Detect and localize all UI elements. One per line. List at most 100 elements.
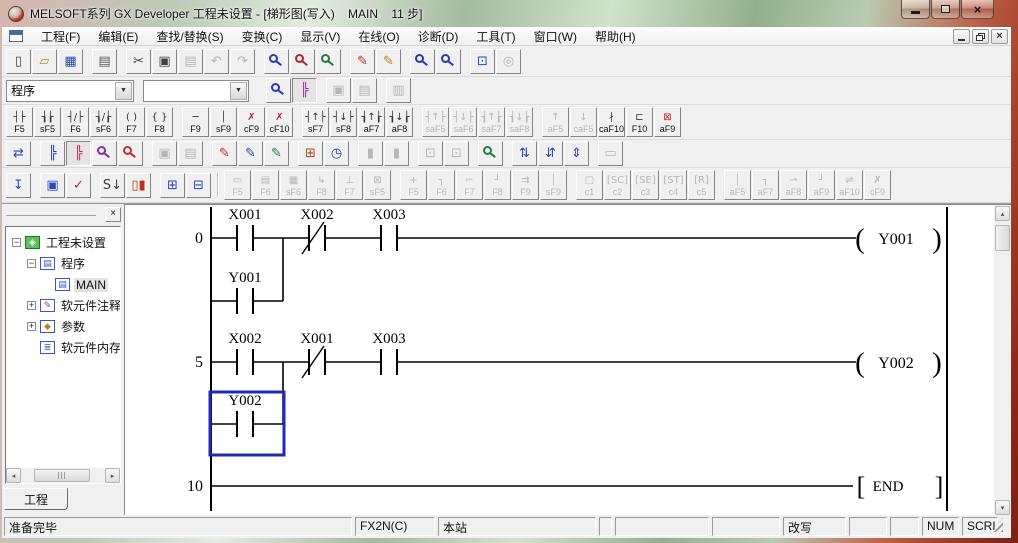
expand-icon[interactable]: + (27, 322, 36, 331)
comment-edit-button[interactable]: ✎ (350, 49, 375, 74)
find-device-button[interactable] (290, 49, 315, 74)
parallel-falling-pulse-button[interactable]: ┧↓┟aF8 (386, 107, 413, 137)
ladder-vertical-scrollbar[interactable]: ▴ ▾ (994, 205, 1011, 516)
chevron-down-icon[interactable]: ▼ (230, 82, 247, 100)
note-button[interactable]: ✎ (264, 141, 289, 166)
menu-edit[interactable]: 编辑(E) (89, 27, 147, 45)
menu-view[interactable]: 显示(V) (291, 27, 349, 45)
expand-icon[interactable]: + (27, 301, 36, 310)
open-contact-button[interactable]: ┤├F5 (6, 107, 33, 137)
horizontal-line-button[interactable]: ─F9 (182, 107, 209, 137)
program-name-combo[interactable]: ▼ (143, 80, 249, 102)
application-instruction-button[interactable]: { }F8 (146, 107, 173, 137)
menu-window[interactable]: 窗口(W) (525, 27, 586, 45)
program-type-combo[interactable]: 程序 ▼ (6, 80, 134, 102)
tree-item-program[interactable]: −▤程序 (6, 253, 120, 274)
window-copy-button[interactable]: ▣ (40, 173, 65, 198)
scroll-up-icon[interactable]: ▴ (995, 206, 1010, 221)
batch-monitor-button[interactable]: ⇕ (564, 141, 589, 166)
coil-close-paren: ) (932, 347, 942, 379)
project-tab[interactable]: 工程 (4, 488, 68, 510)
zoom-out-button[interactable] (410, 49, 435, 74)
new-project-button[interactable]: ▯ (6, 49, 31, 74)
register-monitor-button[interactable]: ⇅ (512, 141, 537, 166)
project-window-button[interactable]: ⊡ (470, 49, 495, 74)
cross-reference-button[interactable]: ⊞ (160, 173, 185, 198)
closed-contact-button[interactable]: ┤/├F6 (62, 107, 89, 137)
menu-tools[interactable]: 工具(T) (467, 27, 524, 45)
delete-horizontal-line-button[interactable]: ✗cF9 (238, 107, 265, 137)
tree-horizontal-scrollbar[interactable]: ◂ ▸ (6, 468, 120, 483)
tree-item-parameter[interactable]: +◆参数 (6, 316, 120, 337)
block-list-button[interactable]: ▯▮ (126, 173, 151, 198)
tree-item-main[interactable]: ▤MAIN (6, 274, 120, 295)
coil-button[interactable]: ( )F7 (118, 107, 145, 137)
menu-project[interactable]: 工程(F) (32, 27, 89, 45)
write-line-button[interactable]: ⊏F10 (626, 107, 653, 137)
scroll-left-icon[interactable]: ◂ (6, 468, 21, 483)
parallel-closed-contact-button[interactable]: ┧/┟sF6 (90, 107, 117, 137)
chevron-down-icon[interactable]: ▼ (115, 82, 132, 100)
delete-vertical-line-button[interactable]: ✗cF10 (266, 107, 293, 137)
maximize-button[interactable] (931, 0, 960, 19)
tree-item-device-comment[interactable]: +✎软元件注释 (6, 295, 120, 316)
menu-find-replace[interactable]: 查找/替换(S) (147, 27, 232, 45)
panel-close-button[interactable]: × (105, 207, 121, 222)
device-memory-button[interactable]: ⊞ (298, 141, 323, 166)
read-mode-button[interactable] (92, 141, 117, 166)
document-search-button[interactable] (266, 78, 291, 103)
ladder-logic-test-button[interactable]: ⇄ (6, 141, 31, 166)
zoom-in-button[interactable] (436, 49, 461, 74)
vertical-line-button[interactable]: │sF9 (210, 107, 237, 137)
save-project-button[interactable]: ▦ (58, 49, 83, 74)
ladder-symbol-toolbar: ┤├F5┧┟sF5┤/├F6┧/┟sF6( )F7{ }F8─F9│sF9✗cF… (2, 105, 1011, 140)
cut-button[interactable]: ✂ (126, 49, 151, 74)
find-button[interactable] (264, 49, 289, 74)
rising-pulse-button[interactable]: ┤↑├sF7 (302, 107, 329, 137)
delete-line-button[interactable]: ⊠aF9 (654, 107, 681, 137)
comment-display-button[interactable]: ╠ (66, 141, 91, 166)
coil-icon: ( ) (126, 111, 137, 124)
menu-online[interactable]: 在线(O) (349, 27, 408, 45)
device-comment-button[interactable]: ✎ (212, 141, 237, 166)
menu-help[interactable]: 帮助(H) (586, 27, 645, 45)
statement-button[interactable]: ✎ (238, 141, 263, 166)
device-timer-button[interactable]: ◷ (324, 141, 349, 166)
minimize-button[interactable] (901, 0, 930, 19)
block-convert-button[interactable]: ↧ (6, 173, 31, 198)
entry-data-monitor-button[interactable] (478, 141, 503, 166)
falling-pulse-button[interactable]: ┤↓├sF8 (330, 107, 357, 137)
invert-operation-button[interactable]: ∤caF10 (598, 107, 625, 137)
collapse-icon[interactable]: − (27, 259, 36, 268)
project-data-list-button[interactable]: ╠ (292, 78, 317, 103)
print-button[interactable]: ▤ (92, 49, 117, 74)
menu-diagnostics[interactable]: 诊断(D) (409, 27, 468, 45)
copy-button[interactable]: ▣ (152, 49, 177, 74)
mdi-restore-button[interactable] (972, 29, 989, 44)
program-check-button[interactable]: ✓ (66, 173, 91, 198)
device-use-list-button[interactable]: ⊟ (186, 173, 211, 198)
ladder-canvas[interactable]: 0X001X002X003(Y001)Y0015X002X001X003(Y00… (125, 205, 994, 515)
close-button[interactable]: × (961, 0, 994, 19)
tree-item-project-root[interactable]: −◈工程未设置 (6, 232, 120, 253)
mdi-close-button[interactable]: × (991, 29, 1008, 44)
parallel-rising-pulse-button[interactable]: ┧↑┟aF7 (358, 107, 385, 137)
delete-monitor-button[interactable]: ⇵ (538, 141, 563, 166)
data-list-toggle-button[interactable]: ╠ (40, 141, 65, 166)
parallel-open-contact-button[interactable]: ┧┟sF5 (34, 107, 61, 137)
scrollbar-thumb[interactable] (34, 469, 90, 482)
scroll-down-icon[interactable]: ▾ (995, 500, 1010, 515)
sort-button[interactable]: S↓ (100, 173, 125, 198)
mdi-window-icon[interactable] (9, 30, 23, 42)
panel-drag-handle[interactable] (6, 212, 96, 216)
mdi-minimize-button[interactable] (953, 29, 970, 44)
scrollbar-thumb[interactable] (995, 225, 1010, 251)
collapse-icon[interactable]: − (12, 238, 21, 247)
write-mode-button[interactable] (118, 141, 143, 166)
replace-button[interactable] (316, 49, 341, 74)
menu-convert[interactable]: 变换(C) (233, 27, 292, 45)
statement-edit-button[interactable]: ✎ (376, 49, 401, 74)
open-project-button[interactable]: ▱ (32, 49, 57, 74)
scroll-right-icon[interactable]: ▸ (105, 468, 120, 483)
tree-item-device-memory[interactable]: ≣软元件内存 (6, 337, 120, 358)
